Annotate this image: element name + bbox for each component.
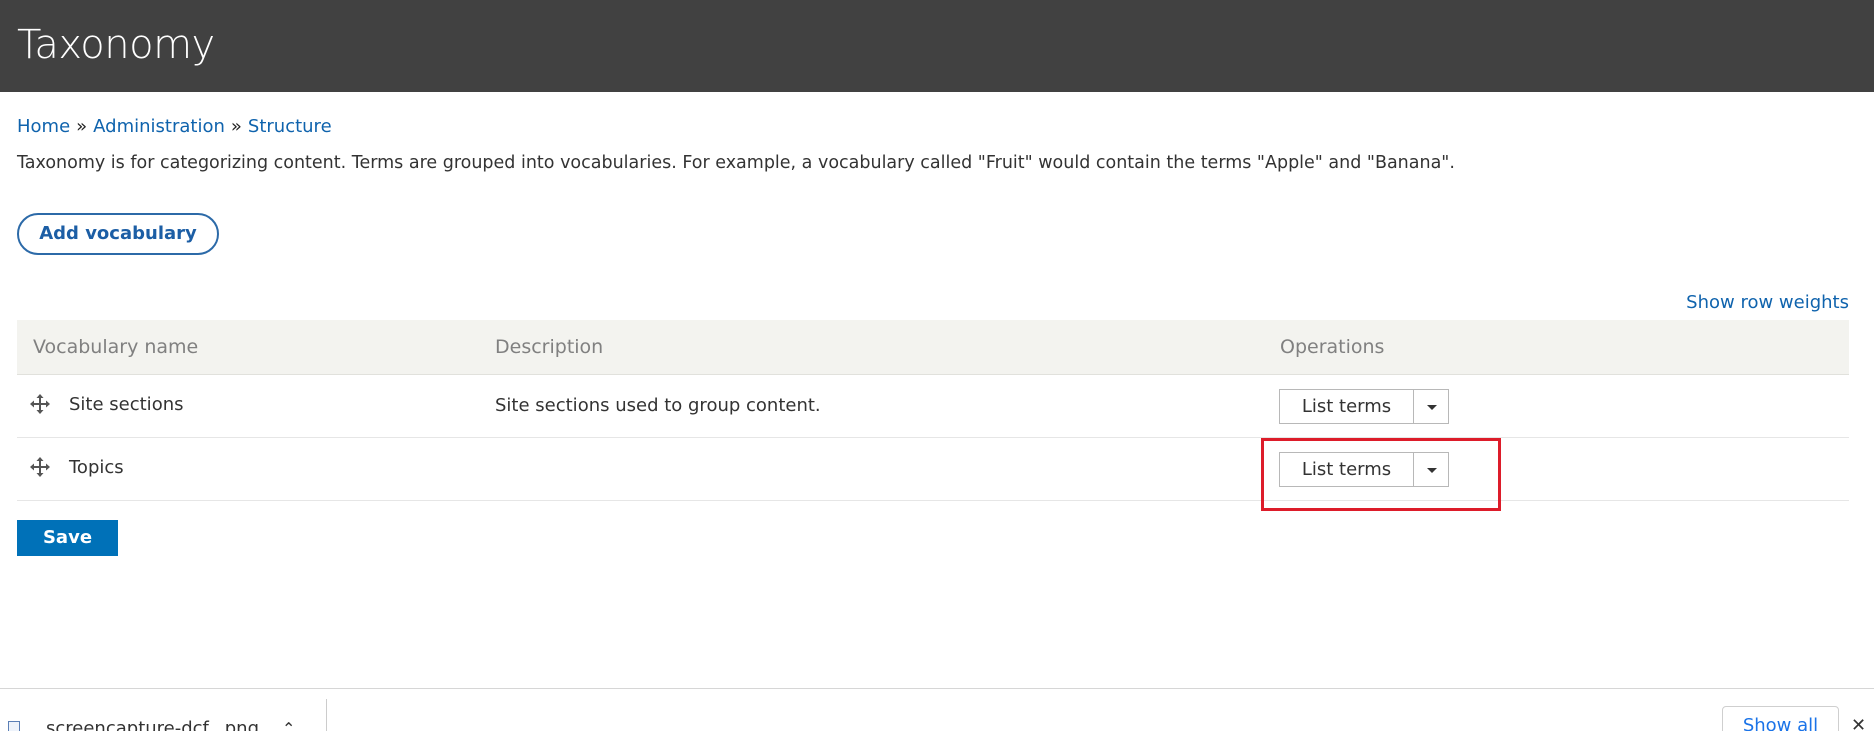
- download-file-name[interactable]: screencapture-dcf...png: [46, 717, 259, 731]
- intro-text: Taxonomy is for categorizing content. Te…: [17, 153, 1455, 173]
- vocabulary-name: Topics: [69, 457, 124, 478]
- page-title: Taxonomy: [17, 22, 215, 68]
- table-row: Topics List terms: [17, 438, 1849, 501]
- vocabulary-table: Vocabulary name Description Operations S…: [17, 320, 1849, 501]
- move-arrows-icon[interactable]: [30, 394, 50, 414]
- save-button[interactable]: Save: [17, 520, 118, 556]
- file-icon: [8, 721, 20, 731]
- highlight-annotation-box: [1261, 438, 1501, 511]
- move-arrows-icon[interactable]: [30, 457, 50, 477]
- column-header-description: Description: [495, 336, 604, 358]
- breadcrumb-home-link[interactable]: Home: [17, 116, 70, 137]
- page-header: Taxonomy: [0, 0, 1874, 92]
- caret-down-icon: [1427, 405, 1437, 410]
- download-bar-divider: [326, 699, 327, 731]
- chevron-up-icon[interactable]: ⌃: [282, 719, 295, 731]
- show-all-button[interactable]: Show all: [1722, 706, 1839, 731]
- list-terms-button[interactable]: List terms: [1279, 389, 1413, 424]
- table-row: Site sections Site sections used to grou…: [17, 375, 1849, 438]
- breadcrumb-separator: »: [230, 116, 242, 137]
- table-header: Vocabulary name Description Operations: [17, 320, 1849, 375]
- breadcrumb-separator: »: [76, 116, 88, 137]
- show-row-weights-link[interactable]: Show row weights: [1686, 291, 1849, 315]
- page: Taxonomy Home » Administration» Structure T…: [0, 0, 1874, 731]
- column-header-vocabulary-name: Vocabulary name: [33, 336, 199, 358]
- breadcrumb-structure-link[interactable]: Structure: [248, 116, 332, 137]
- download-bar: screencapture-dcf...png ⌃ Show all ✕: [0, 688, 1874, 731]
- breadcrumb: Home » Administration» Structure: [17, 115, 332, 139]
- operations-dropbutton: List terms: [1279, 389, 1449, 424]
- vocabulary-description: Site sections used to group content.: [495, 395, 821, 416]
- breadcrumb-administration-link[interactable]: Administration: [93, 116, 225, 137]
- vocabulary-name: Site sections: [69, 394, 184, 415]
- operations-toggle-button[interactable]: [1413, 389, 1449, 424]
- close-icon[interactable]: ✕: [1851, 715, 1866, 731]
- column-header-operations: Operations: [1280, 336, 1385, 358]
- add-vocabulary-button[interactable]: Add vocabulary: [17, 213, 219, 255]
